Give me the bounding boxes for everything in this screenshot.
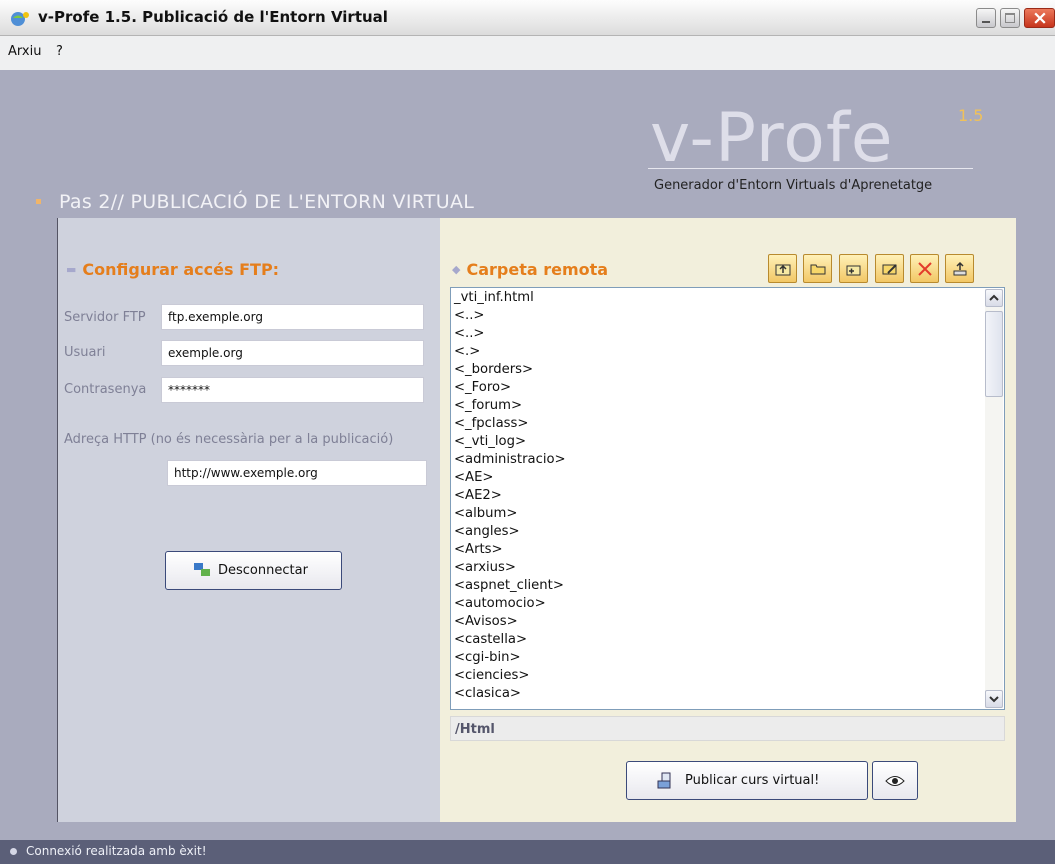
remote-section-label: Carpeta remota	[466, 260, 609, 279]
list-scrollbar[interactable]	[985, 289, 1003, 708]
menu-bar: Arxiu ?	[0, 36, 1055, 70]
new-folder-icon	[846, 265, 861, 276]
remote-section-title: ◆ Carpeta remota	[452, 260, 608, 279]
http-address-label: Adreça HTTP (no és necessària per a la p…	[64, 432, 394, 447]
upload-icon	[953, 261, 967, 276]
status-bar: Connexió realitzada amb èxit!	[0, 840, 1055, 864]
list-item[interactable]: <automocio>	[454, 595, 546, 613]
minimize-button[interactable]	[976, 8, 996, 28]
remote-file-list[interactable]: _vti_inf.html <..> <..> <.> <_borders> <…	[450, 287, 1005, 710]
disconnect-button[interactable]: Desconnectar	[165, 551, 342, 590]
delete-icon	[918, 262, 932, 276]
ftp-section-label: Configurar accés FTP:	[82, 260, 280, 279]
list-item[interactable]: <_Foro>	[454, 379, 511, 397]
list-item[interactable]: <Arts>	[454, 541, 503, 559]
list-item[interactable]: <..>	[454, 325, 484, 343]
list-item[interactable]: <album>	[454, 505, 517, 523]
menu-arxiu[interactable]: Arxiu	[8, 44, 41, 59]
maximize-icon	[1005, 13, 1015, 23]
list-item[interactable]: <arxius>	[454, 559, 516, 577]
parent-folder-icon	[775, 264, 791, 276]
list-item[interactable]: <clasica>	[454, 685, 521, 703]
open-folder-icon	[810, 264, 826, 275]
menu-help[interactable]: ?	[56, 44, 63, 59]
section-bullet-icon: ◆	[452, 263, 461, 276]
eye-icon	[885, 776, 905, 786]
title-bar: v-Profe 1.5. Publicació de l'Entorn Virt…	[0, 0, 1055, 36]
upload-button[interactable]	[945, 254, 974, 283]
logo-version: 1.5	[958, 106, 984, 125]
rename-folder-icon	[882, 264, 897, 275]
list-item[interactable]: _vti_inf.html	[454, 289, 534, 307]
list-item[interactable]: <castella>	[454, 631, 527, 649]
v-profe-globe-icon	[11, 12, 29, 26]
section-bullet-icon: ▬	[66, 263, 77, 276]
logo-subtitle: Generador d'Entorn Virtuals d'Aprenetatg…	[654, 178, 933, 193]
password-label: Contrasenya	[64, 382, 147, 397]
list-item[interactable]: <ciencies>	[454, 667, 529, 685]
list-item[interactable]: <AE>	[454, 469, 493, 487]
list-item[interactable]: <_forum>	[454, 397, 522, 415]
window-title: v-Profe 1.5. Publicació de l'Entorn Virt…	[38, 8, 388, 26]
preview-button[interactable]	[872, 761, 918, 800]
server-input[interactable]	[161, 304, 424, 330]
parent-folder-button[interactable]	[768, 254, 797, 283]
list-item[interactable]: <angles>	[454, 523, 520, 541]
scroll-up-button[interactable]	[985, 289, 1003, 307]
publish-button[interactable]: Publicar curs virtual!	[626, 761, 868, 800]
step-title: Pas 2// PUBLICACIÓ DE L'ENTORN VIRTUAL	[59, 191, 475, 213]
close-icon: ×	[1032, 7, 1048, 29]
list-item[interactable]: <cgi-bin>	[454, 649, 521, 667]
step-bullet-icon	[36, 199, 41, 204]
open-folder-button[interactable]	[803, 254, 832, 283]
list-item[interactable]: <.>	[454, 343, 480, 361]
password-input[interactable]	[161, 377, 424, 403]
list-item[interactable]: <Avisos>	[454, 613, 518, 631]
user-label: Usuari	[64, 345, 106, 360]
http-address-input[interactable]	[167, 460, 427, 486]
status-bullet-icon	[10, 848, 17, 855]
scroll-down-button[interactable]	[985, 690, 1003, 708]
status-text: Connexió realitzada amb èxit!	[26, 844, 207, 858]
minimize-icon	[982, 21, 990, 23]
rename-folder-button[interactable]	[875, 254, 904, 283]
new-folder-button[interactable]	[839, 254, 868, 283]
network-icon	[194, 563, 210, 576]
list-item[interactable]: <_borders>	[454, 361, 533, 379]
list-item[interactable]: <_fpclass>	[454, 415, 528, 433]
publish-label: Publicar curs virtual!	[685, 773, 820, 788]
chevron-down-icon	[989, 696, 999, 703]
list-item[interactable]: <..>	[454, 307, 484, 325]
chevron-up-icon	[989, 294, 999, 301]
maximize-button[interactable]	[1000, 8, 1020, 28]
ftp-section-title: ▬ Configurar accés FTP:	[66, 260, 279, 279]
close-button[interactable]: ×	[1024, 7, 1055, 29]
disconnect-label: Desconnectar	[218, 563, 308, 578]
list-item[interactable]: <AE2>	[454, 487, 502, 505]
list-item[interactable]: <administracio>	[454, 451, 566, 469]
publish-icon	[657, 772, 671, 789]
list-item[interactable]: <_vti_log>	[454, 433, 526, 451]
delete-button[interactable]	[910, 254, 939, 283]
app-logo: v-Profe	[650, 99, 894, 178]
scroll-thumb[interactable]	[985, 311, 1003, 397]
server-label: Servidor FTP	[64, 310, 146, 325]
logo-divider	[648, 168, 973, 169]
current-path: /Html	[450, 716, 1005, 741]
user-input[interactable]	[161, 340, 424, 366]
list-item[interactable]: <aspnet_client>	[454, 577, 564, 595]
